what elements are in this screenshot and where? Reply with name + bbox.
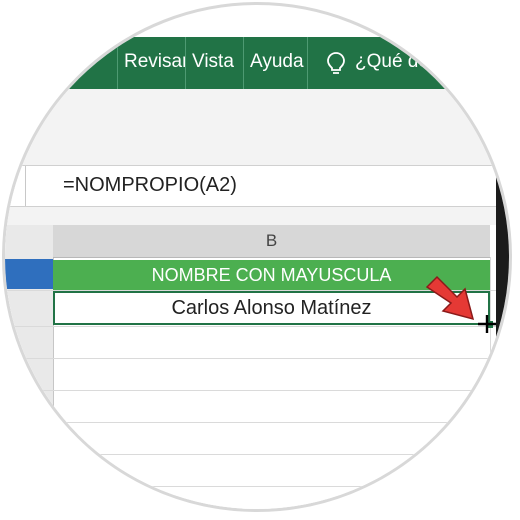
lightbulb-icon [327,52,345,74]
row-line [5,422,496,423]
tab-vista[interactable]: Vista [185,37,244,89]
tab-partial[interactable] [83,37,117,89]
column-line [490,257,491,509]
row-line [5,390,496,391]
dark-side-panel [496,165,509,509]
row-line [5,358,496,359]
tab-ayuda[interactable]: Ayuda [243,37,308,89]
tab-revisar[interactable]: Revisar [117,37,186,89]
formula-bar-divider [25,166,26,206]
zoom-circle: Revisar Vista Ayuda ¿Qué desea hacer? =N… [2,2,512,512]
ribbon-tabs: Revisar Vista Ayuda ¿Qué desea hacer? [5,37,509,89]
excel-window: Revisar Vista Ayuda ¿Qué desea hacer? =N… [5,5,509,509]
formula-text[interactable]: =NOMPROPIO(A2) [63,174,237,197]
column-header-b[interactable]: B [53,225,490,258]
formula-bar[interactable]: =NOMPROPIO(A2) [5,165,498,207]
row-line [5,454,496,455]
row-header-selected[interactable] [5,259,53,289]
row-line [5,326,496,327]
worksheet-grid[interactable]: B NOMBRE CON MAYUSCULA Carlos Alonso Mat… [5,225,496,509]
row-line [5,486,496,487]
tell-me-text[interactable]: ¿Qué desea hacer? [355,37,509,89]
red-arrow-icon [425,275,475,321]
